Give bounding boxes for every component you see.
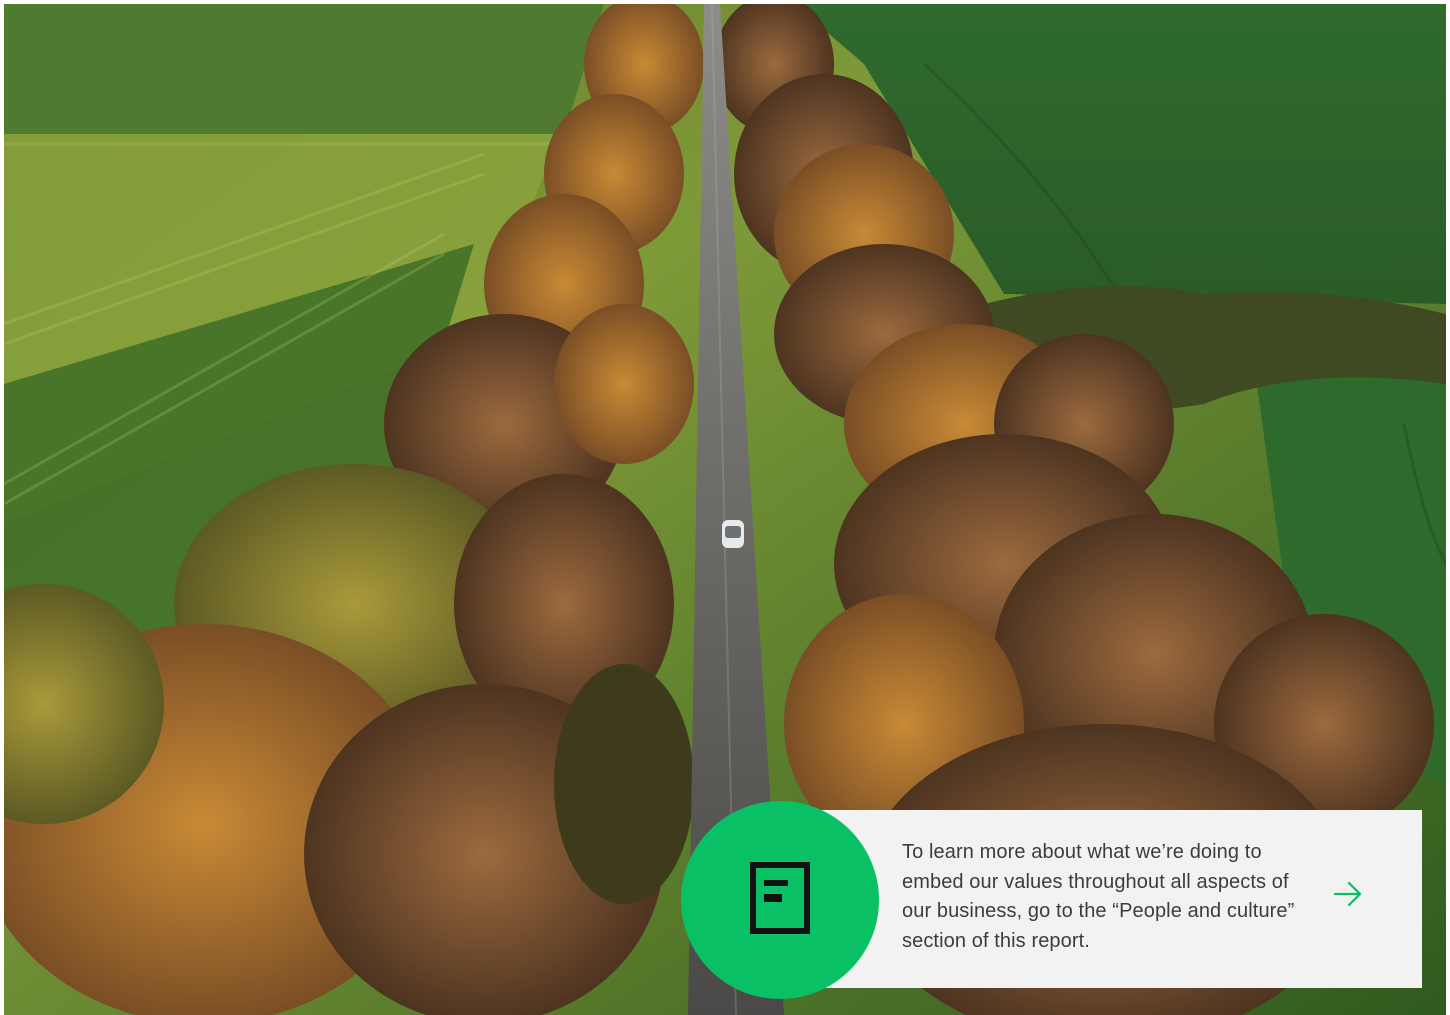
arrow-right-icon[interactable] xyxy=(1330,876,1366,912)
document-icon xyxy=(750,861,810,939)
callout-card: To learn more about what we’re doing to … xyxy=(818,810,1422,988)
callout-text: To learn more about what we’re doing to … xyxy=(902,841,1295,952)
document-badge xyxy=(681,801,879,999)
